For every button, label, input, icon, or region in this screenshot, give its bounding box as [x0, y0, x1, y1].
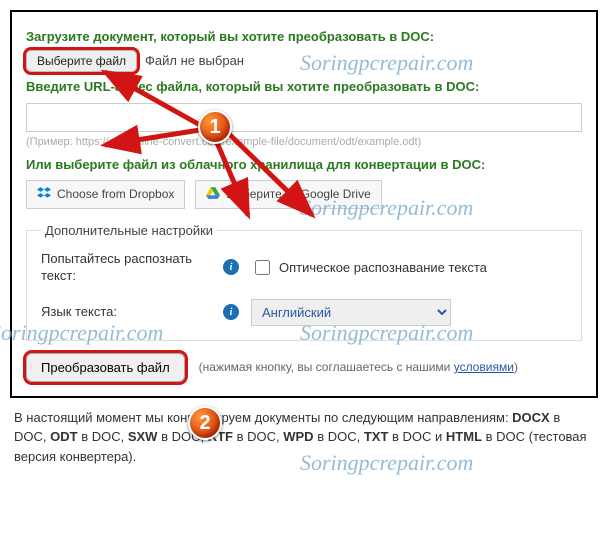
agree-text: (нажимая кнопку, вы соглашаетесь с нашим… [199, 359, 518, 375]
ocr-checkbox-label: Оптическое распознавание текста [279, 260, 487, 275]
lang-label: Язык текста: [41, 303, 211, 321]
format-txt: TXT [364, 429, 389, 444]
extra-settings-fieldset: Дополнительные настройки Попытайтесь рас… [26, 223, 582, 341]
upload-heading: Загрузите документ, который вы хотите пр… [26, 28, 582, 46]
file-status-text: Файл не выбран [145, 53, 244, 68]
agree-prefix: (нажимая кнопку, вы соглашаетесь с нашим… [199, 360, 454, 374]
info-icon[interactable]: i [223, 304, 239, 320]
dropbox-button[interactable]: Choose from Dropbox [26, 180, 185, 209]
agree-suffix: ) [514, 360, 518, 374]
format-odt: ODT [50, 429, 77, 444]
ocr-checkbox[interactable] [255, 260, 270, 275]
ocr-checkbox-wrap[interactable]: Оптическое распознавание текста [251, 257, 487, 278]
ocr-label: Попытайтесь распознать текст: [41, 250, 211, 285]
file-row: Выберите файл Файл не выбран [26, 50, 582, 72]
choose-file-button[interactable]: Выберите файл [26, 50, 137, 72]
format-sxw: SXW [128, 429, 158, 444]
converter-panel: Загрузите документ, который вы хотите пр… [10, 10, 598, 398]
cloud-row: Choose from Dropbox Выберите из Google D… [26, 180, 582, 209]
format-docx: DOCX [512, 410, 550, 425]
footer-intro: В настоящий момент мы конвертируем докум… [14, 410, 512, 425]
cloud-heading: Или выберите файл из облачного хранилища… [26, 156, 582, 174]
convert-button[interactable]: Преобразовать файл [26, 353, 185, 382]
format-wpd: WPD [283, 429, 313, 444]
agree-link[interactable]: условиями [454, 360, 514, 374]
format-rtf: RTF [208, 429, 233, 444]
language-select[interactable]: Английский [251, 299, 451, 326]
ocr-row: Попытайтесь распознать текст: i Оптическ… [41, 250, 567, 285]
url-heading: Введите URL-адрес файла, который вы хоти… [26, 78, 582, 96]
dropbox-label: Choose from Dropbox [57, 187, 174, 201]
footer-text: В настоящий момент мы конвертируем докум… [14, 408, 594, 467]
format-html: HTML [446, 429, 482, 444]
lang-row: Язык текста: i Английский [41, 299, 567, 326]
dropbox-icon [37, 186, 51, 203]
gdrive-button[interactable]: Выберите из Google Drive [195, 180, 381, 209]
url-input[interactable] [26, 103, 582, 132]
info-icon[interactable]: i [223, 259, 239, 275]
url-example-text: (Пример: https://cdn.online-convert.com/… [26, 136, 582, 148]
convert-row: Преобразовать файл (нажимая кнопку, вы с… [26, 353, 582, 382]
gdrive-label: Выберите из Google Drive [226, 187, 370, 201]
extra-settings-legend: Дополнительные настройки [41, 223, 217, 238]
gdrive-icon [206, 186, 220, 203]
